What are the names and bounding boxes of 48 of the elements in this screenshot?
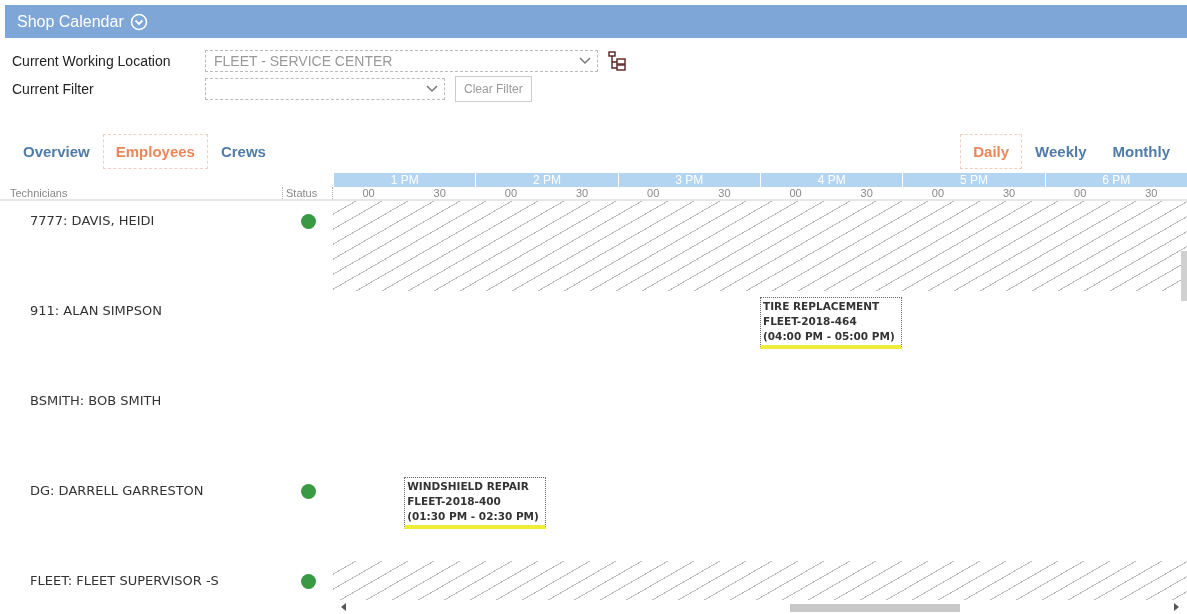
hour-header: 1 PM <box>333 173 476 187</box>
minute-label: 30 <box>575 187 589 199</box>
work-order-number: FLEET-2018-464 <box>763 314 858 329</box>
work-order-number: FLEET-2018-400 <box>407 494 502 509</box>
hour-header: 4 PM <box>760 173 903 187</box>
scrollbar-thumb[interactable] <box>1181 251 1187 301</box>
column-header: Status <box>283 187 333 199</box>
minute-label: 00 <box>362 187 375 199</box>
minute-label: 00 <box>647 187 660 199</box>
minute-label: 30 <box>860 187 873 199</box>
hour-header: 3 PM <box>617 173 760 187</box>
hour-header: 6 PM <box>1044 173 1187 187</box>
hour-header: 2 PM <box>475 173 618 187</box>
minute-label: 00 <box>504 187 518 199</box>
caret-icon <box>426 85 438 93</box>
minute-label: 00 <box>789 187 802 199</box>
work-order-card[interactable]: WINDSHIELD REPAIR FLEET-2018-400 (01:30 PM - 02:30 PM) <box>404 477 547 529</box>
caret-icon <box>579 57 591 65</box>
technician-name: FLEET: FLEET SUPERVISOR -S <box>29 572 220 588</box>
work-order-time: (04:00 PM - 05:00 PM) <box>763 329 896 344</box>
hour-header: 5 PM <box>902 173 1045 187</box>
view-tab[interactable]: Daily <box>960 134 1023 169</box>
hierarchy-icon[interactable] <box>608 51 626 71</box>
minute-label: 30 <box>1145 187 1158 199</box>
technician-name: 7777: DAVIS, HEIDI <box>29 212 156 228</box>
minute-label: 00 <box>1074 187 1087 199</box>
column-header: Technicians <box>0 187 283 199</box>
page-title: Shop Calendar <box>17 12 124 31</box>
work-order-time: (01:30 PM - 02:30 PM) <box>407 509 540 524</box>
technician-name: BSMITH: BOB SMITH <box>29 392 163 408</box>
minute-label: 30 <box>718 187 731 199</box>
location-dropdown[interactable]: FLEET - SERVICE CENTER <box>205 50 598 72</box>
minute-label: 00 <box>931 187 944 199</box>
work-order-title: WINDSHIELD REPAIR <box>407 479 530 494</box>
work-order-title: TIRE REPLACEMENT <box>763 299 881 314</box>
technician-name: 911: ALAN SIMPSON <box>29 302 163 318</box>
chevron-circle-icon[interactable] <box>129 12 148 31</box>
filter-dropdown[interactable] <box>205 78 445 100</box>
scroll-right-icon[interactable] <box>1173 603 1179 611</box>
technician-name: DG: DARRELL GARRESTON <box>29 482 205 498</box>
scroll-left-icon[interactable] <box>341 603 347 611</box>
tab[interactable]: Employees <box>102 134 208 169</box>
scrollbar-thumb[interactable] <box>790 604 960 612</box>
work-order-card[interactable]: TIRE REPLACEMENT FLEET-2018-464 (04:00 PM - 05:00 PM) <box>760 297 903 349</box>
minute-label: 30 <box>433 187 446 199</box>
field-label: Current Working Location <box>12 53 172 69</box>
field-label: Current Filter <box>12 81 95 97</box>
minute-label: 30 <box>1002 187 1016 199</box>
